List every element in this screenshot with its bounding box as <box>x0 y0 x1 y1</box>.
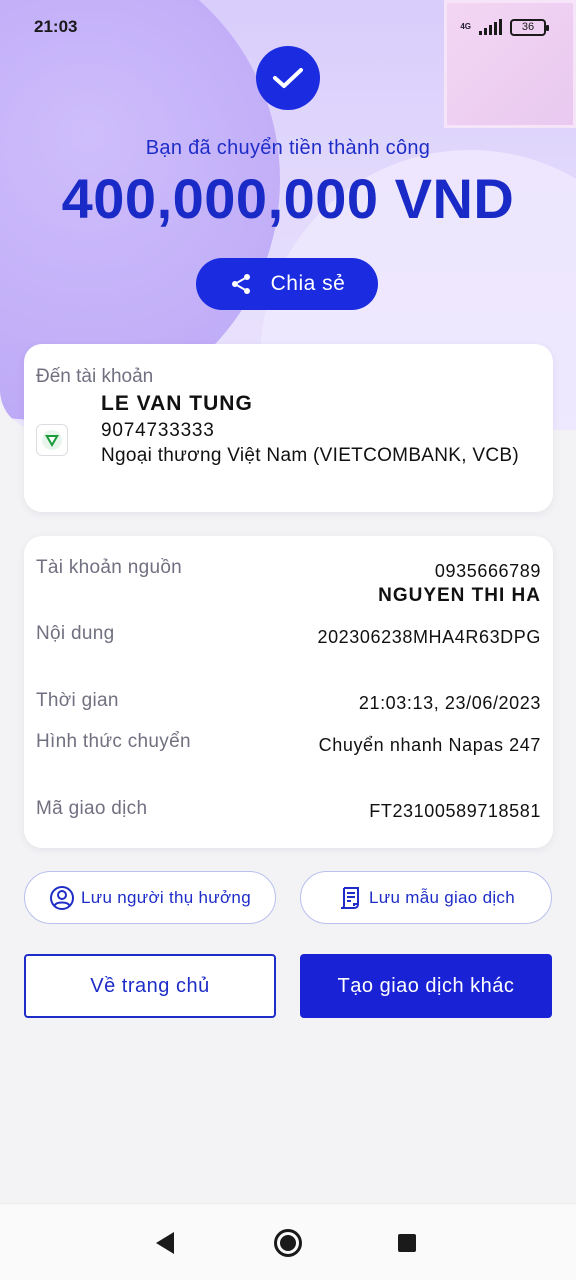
content-label: Nội dung <box>36 623 115 644</box>
source-account-number: 0935666789 <box>434 561 541 581</box>
share-icon <box>231 274 250 294</box>
status-time: 21:03 <box>34 17 78 36</box>
recipient-bank: Ngoại thương Việt Nam (VIETCOMBANK, VCB) <box>101 445 520 466</box>
recipient-account-number: 9074733333 <box>101 420 215 441</box>
transaction-id-value: FT23100589718581 <box>369 801 541 821</box>
user-circle-icon <box>50 885 75 910</box>
recipient-card: Đến tài khoản LE VAN TUNG 9074733333 Ngo… <box>24 344 553 512</box>
recents-icon[interactable] <box>398 1234 416 1252</box>
battery-level: 36 <box>521 21 535 33</box>
method-value: Chuyển nhanh Napas 247 <box>318 735 541 755</box>
save-template-label: Lưu mẫu giao dịch <box>369 887 515 907</box>
transaction-id-label: Mã giao dịch <box>36 798 148 819</box>
save-beneficiary-label: Lưu người thụ hưởng <box>81 887 251 907</box>
home-button-label: Về trang chủ <box>90 974 210 997</box>
home-icon[interactable] <box>274 1229 302 1257</box>
battery-icon: 36 <box>510 18 549 36</box>
network-type: 4G <box>460 22 471 31</box>
new-transaction-button[interactable]: Tạo giao dịch khác <box>300 954 552 1018</box>
receipt-icon <box>341 886 360 909</box>
success-check-icon <box>256 46 320 110</box>
home-button[interactable]: Về trang chủ <box>24 954 276 1018</box>
source-account-label: Tài khoản nguồn <box>36 557 183 578</box>
transfer-amount: 400,000,000 VND <box>61 167 515 230</box>
back-icon[interactable] <box>156 1232 174 1254</box>
content-value: 202306238MHA4R63DPG <box>317 627 541 647</box>
source-account-name: NGUYEN THI HA <box>378 585 541 606</box>
new-transaction-label: Tạo giao dịch khác <box>337 974 515 997</box>
time-label: Thời gian <box>36 690 119 711</box>
time-value: 21:03:13, 23/06/2023 <box>358 693 541 713</box>
save-template-button[interactable]: Lưu mẫu giao dịch <box>300 871 552 924</box>
method-label: Hình thức chuyển <box>36 731 191 752</box>
share-label: Chia sẻ <box>270 272 346 295</box>
share-button[interactable]: Chia sẻ <box>196 258 378 310</box>
signal-icon <box>479 19 502 35</box>
recipient-name: LE VAN TUNG <box>101 392 253 415</box>
success-message: Bạn đã chuyển tiền thành công <box>145 137 431 159</box>
system-nav-bar <box>0 1203 576 1280</box>
status-icons: 4G 36 <box>460 18 549 36</box>
save-beneficiary-button[interactable]: Lưu người thụ hưởng <box>24 871 276 924</box>
vietcombank-logo <box>36 424 68 456</box>
transaction-details-card: Tài khoản nguồn 0935666789 NGUYEN THI HA… <box>24 536 553 848</box>
recipient-label: Đến tài khoản <box>36 366 154 387</box>
